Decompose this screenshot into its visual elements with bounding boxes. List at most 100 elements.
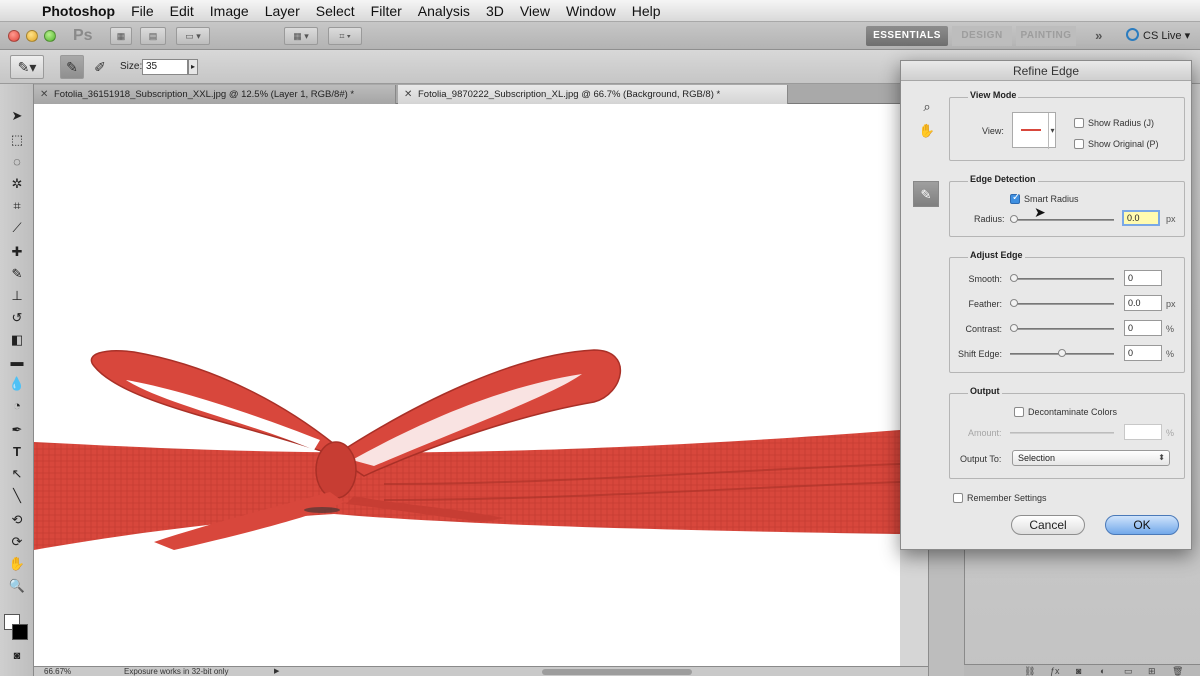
show-radius-checkbox[interactable] (1074, 118, 1084, 128)
workspace-design-button[interactable]: DESIGN (952, 26, 1012, 46)
brush-size-input[interactable]: 35 (142, 59, 188, 75)
delete-layer-icon[interactable]: 🗑 (1172, 665, 1183, 676)
workspace-essentials-button[interactable]: ESSENTIALS (866, 26, 948, 46)
eyedropper-tool-icon[interactable]: ⟋ (7, 218, 27, 238)
remember-settings-label: Remember Settings (967, 493, 1047, 503)
marquee-tool-icon[interactable]: ⬚ (7, 130, 27, 150)
zoom-icon[interactable]: ⌕ (917, 97, 937, 117)
new-layer-icon[interactable]: ⊞ (1148, 665, 1156, 676)
radius-input[interactable]: 0.0 (1122, 210, 1160, 226)
view-extras-icon[interactable]: ▭ ▾ (176, 27, 210, 45)
close-window-button[interactable] (8, 30, 20, 42)
cs-live-label: CS Live (1143, 30, 1182, 42)
radius-slider[interactable] (1010, 215, 1114, 223)
blur-tool-icon[interactable]: 💧 (7, 374, 27, 394)
contrast-input[interactable]: 0 (1124, 320, 1162, 336)
background-color-swatch[interactable] (12, 624, 28, 640)
cancel-button[interactable]: Cancel (1011, 515, 1085, 535)
gradient-tool-icon[interactable]: ▬ (7, 352, 27, 372)
arrange-documents-icon[interactable]: ▦ ▾ (284, 27, 318, 45)
feather-input[interactable]: 0.0 (1124, 295, 1162, 311)
horizontal-scrollbar-thumb[interactable] (542, 669, 692, 675)
clone-stamp-tool-icon[interactable]: ⊥ (7, 286, 27, 306)
hand-icon[interactable]: ✋ (917, 121, 937, 141)
ok-button[interactable]: OK (1105, 515, 1179, 535)
3d-rotate-tool-icon[interactable]: ⟲ (7, 510, 27, 530)
menu-select[interactable]: Select (308, 0, 363, 22)
bridge-icon[interactable]: ▦ (110, 27, 132, 45)
screen-mode-icon[interactable]: ⌗ ▾ (328, 27, 362, 45)
zoom-tool-icon[interactable]: 🔍 (7, 576, 27, 596)
dodge-tool-icon[interactable]: ◔ (7, 396, 27, 416)
close-tab-icon[interactable]: ✕ (40, 85, 48, 104)
lasso-tool-icon[interactable]: ◌ (7, 152, 27, 172)
menu-window[interactable]: Window (558, 0, 624, 22)
quick-selection-tool-icon[interactable]: ✲ (7, 174, 27, 194)
menu-filter[interactable]: Filter (363, 0, 410, 22)
menu-3d[interactable]: 3D (478, 0, 512, 22)
refine-radius-brush-icon[interactable]: ✎ (60, 55, 84, 79)
adjustment-layer-icon[interactable]: ◐ (1100, 665, 1105, 676)
healing-brush-tool-icon[interactable]: ✚ (7, 242, 27, 262)
feather-slider[interactable] (1010, 299, 1114, 307)
refine-radius-brush-icon[interactable]: ✎ (913, 181, 939, 207)
shift-edge-slider-knob[interactable] (1058, 349, 1066, 357)
menu-app-photoshop[interactable]: Photoshop (34, 0, 123, 22)
smooth-slider-knob[interactable] (1010, 274, 1018, 282)
contrast-slider[interactable] (1010, 324, 1114, 332)
cs-live-button[interactable]: CS Live ▾ (1126, 27, 1190, 45)
menu-analysis[interactable]: Analysis (410, 0, 478, 22)
menu-edit[interactable]: Edit (162, 0, 202, 22)
crop-tool-icon[interactable]: ⌗ (7, 196, 27, 216)
menu-layer[interactable]: Layer (257, 0, 308, 22)
workspace-more-button[interactable]: » (1090, 26, 1108, 46)
history-brush-tool-icon[interactable]: ↺ (7, 308, 27, 328)
brush-tool-icon[interactable]: ✎ (7, 264, 27, 284)
decontaminate-colors-checkbox[interactable] (1014, 407, 1024, 417)
zoom-window-button[interactable] (44, 30, 56, 42)
link-layers-icon[interactable]: ⛓ (1024, 665, 1035, 676)
erase-refinements-brush-icon[interactable]: ✐ (88, 55, 112, 79)
mini-bridge-icon[interactable]: ▤ (140, 27, 166, 45)
contrast-slider-knob[interactable] (1010, 324, 1018, 332)
close-tab-icon[interactable]: ✕ (404, 85, 412, 104)
menu-help[interactable]: Help (624, 0, 669, 22)
hand-tool-icon[interactable]: ✋ (7, 554, 27, 574)
zoom-level-dropdown[interactable] (218, 27, 270, 45)
layer-style-icon[interactable]: ƒx (1050, 665, 1060, 676)
brush-size-stepper[interactable]: ▸ (188, 59, 198, 75)
minimize-window-button[interactable] (26, 30, 38, 42)
menu-image[interactable]: Image (202, 0, 257, 22)
feather-slider-knob[interactable] (1010, 299, 1018, 307)
path-selection-tool-icon[interactable]: ↖ (7, 464, 27, 484)
status-menu-arrow[interactable]: ▶ (274, 667, 279, 676)
pen-tool-icon[interactable]: ✒ (7, 420, 27, 440)
zoom-level-field[interactable]: 66.67% (44, 667, 94, 676)
tool-preset-picker[interactable]: ✎▾ (10, 55, 44, 79)
quick-mask-icon[interactable]: ◙ (7, 646, 27, 666)
eraser-tool-icon[interactable]: ◧ (7, 330, 27, 350)
show-original-checkbox[interactable] (1074, 139, 1084, 149)
smooth-input[interactable]: 0 (1124, 270, 1162, 286)
shift-edge-slider[interactable] (1010, 349, 1114, 357)
smooth-slider[interactable] (1010, 274, 1114, 282)
output-to-select[interactable]: Selection ⬍ (1012, 450, 1170, 466)
smart-radius-checkbox[interactable] (1010, 192, 1020, 204)
workspace-painting-button[interactable]: PAINTING (1016, 26, 1076, 46)
document-tab-2[interactable]: ✕ Fotolia_9870222_Subscription_XL.jpg @ … (398, 85, 788, 104)
document-tab-1[interactable]: ✕ Fotolia_36151918_Subscription_XXL.jpg … (34, 85, 396, 104)
document-canvas[interactable] (34, 104, 900, 666)
radius-slider-knob[interactable] (1010, 215, 1018, 223)
view-mode-dropdown-arrow[interactable]: ▾ (1048, 113, 1056, 149)
remember-settings-checkbox[interactable] (953, 493, 963, 503)
layer-mask-icon[interactable]: ◙ (1076, 665, 1081, 676)
new-group-icon[interactable]: ▭ (1124, 665, 1133, 676)
3d-orbit-tool-icon[interactable]: ⟳ (7, 532, 27, 552)
shift-edge-input[interactable]: 0 (1124, 345, 1162, 361)
menu-file[interactable]: File (123, 0, 162, 22)
contrast-unit: % (1166, 324, 1175, 334)
line-tool-icon[interactable]: ╲ (7, 486, 27, 506)
type-tool-icon[interactable]: T (7, 442, 27, 462)
move-tool-icon[interactable]: ➤ (7, 106, 27, 126)
menu-view[interactable]: View (512, 0, 558, 22)
